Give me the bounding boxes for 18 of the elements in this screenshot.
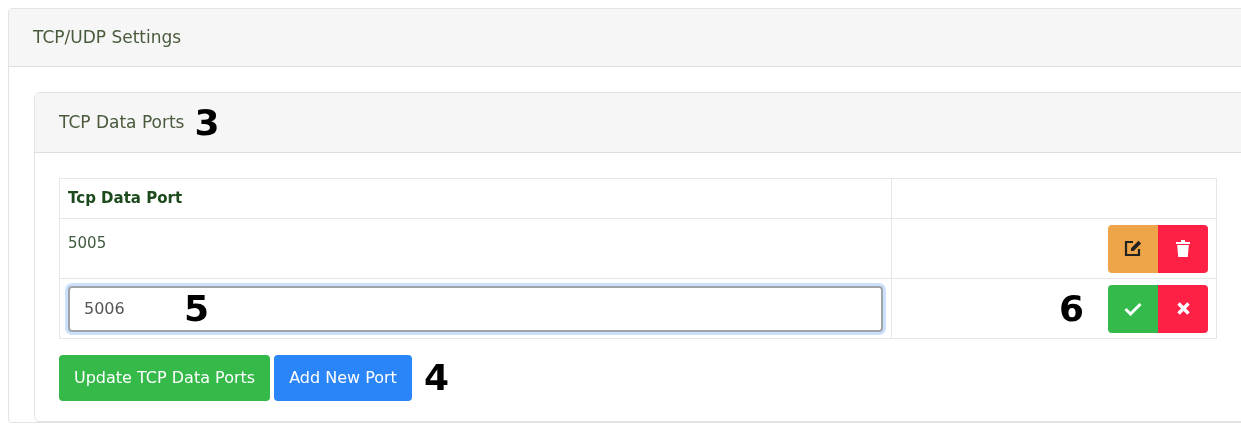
annotation-number: 4: [423, 360, 449, 396]
section-title: TCP Data Ports: [59, 110, 185, 134]
trash-icon: [1176, 240, 1190, 257]
delete-button[interactable]: [1158, 224, 1208, 273]
annotation-number: 5: [184, 290, 210, 327]
annotation-number: 3: [194, 104, 220, 141]
check-icon: [1124, 301, 1142, 316]
edit-icon: [1124, 240, 1142, 257]
table-cell: 5005: [68, 234, 107, 252]
column-header: Tcp Data Port: [59, 178, 892, 219]
annotation-number: 6: [1058, 290, 1084, 327]
edit-button[interactable]: [1108, 224, 1158, 273]
save-button[interactable]: [1108, 284, 1158, 333]
panel-title: TCP/UDP Settings: [33, 25, 182, 49]
cancel-button[interactable]: [1158, 284, 1208, 333]
close-icon: [1176, 302, 1190, 315]
update-button[interactable]: Update TCP Data Ports: [59, 355, 271, 401]
add-button[interactable]: Add New Port: [274, 355, 412, 401]
